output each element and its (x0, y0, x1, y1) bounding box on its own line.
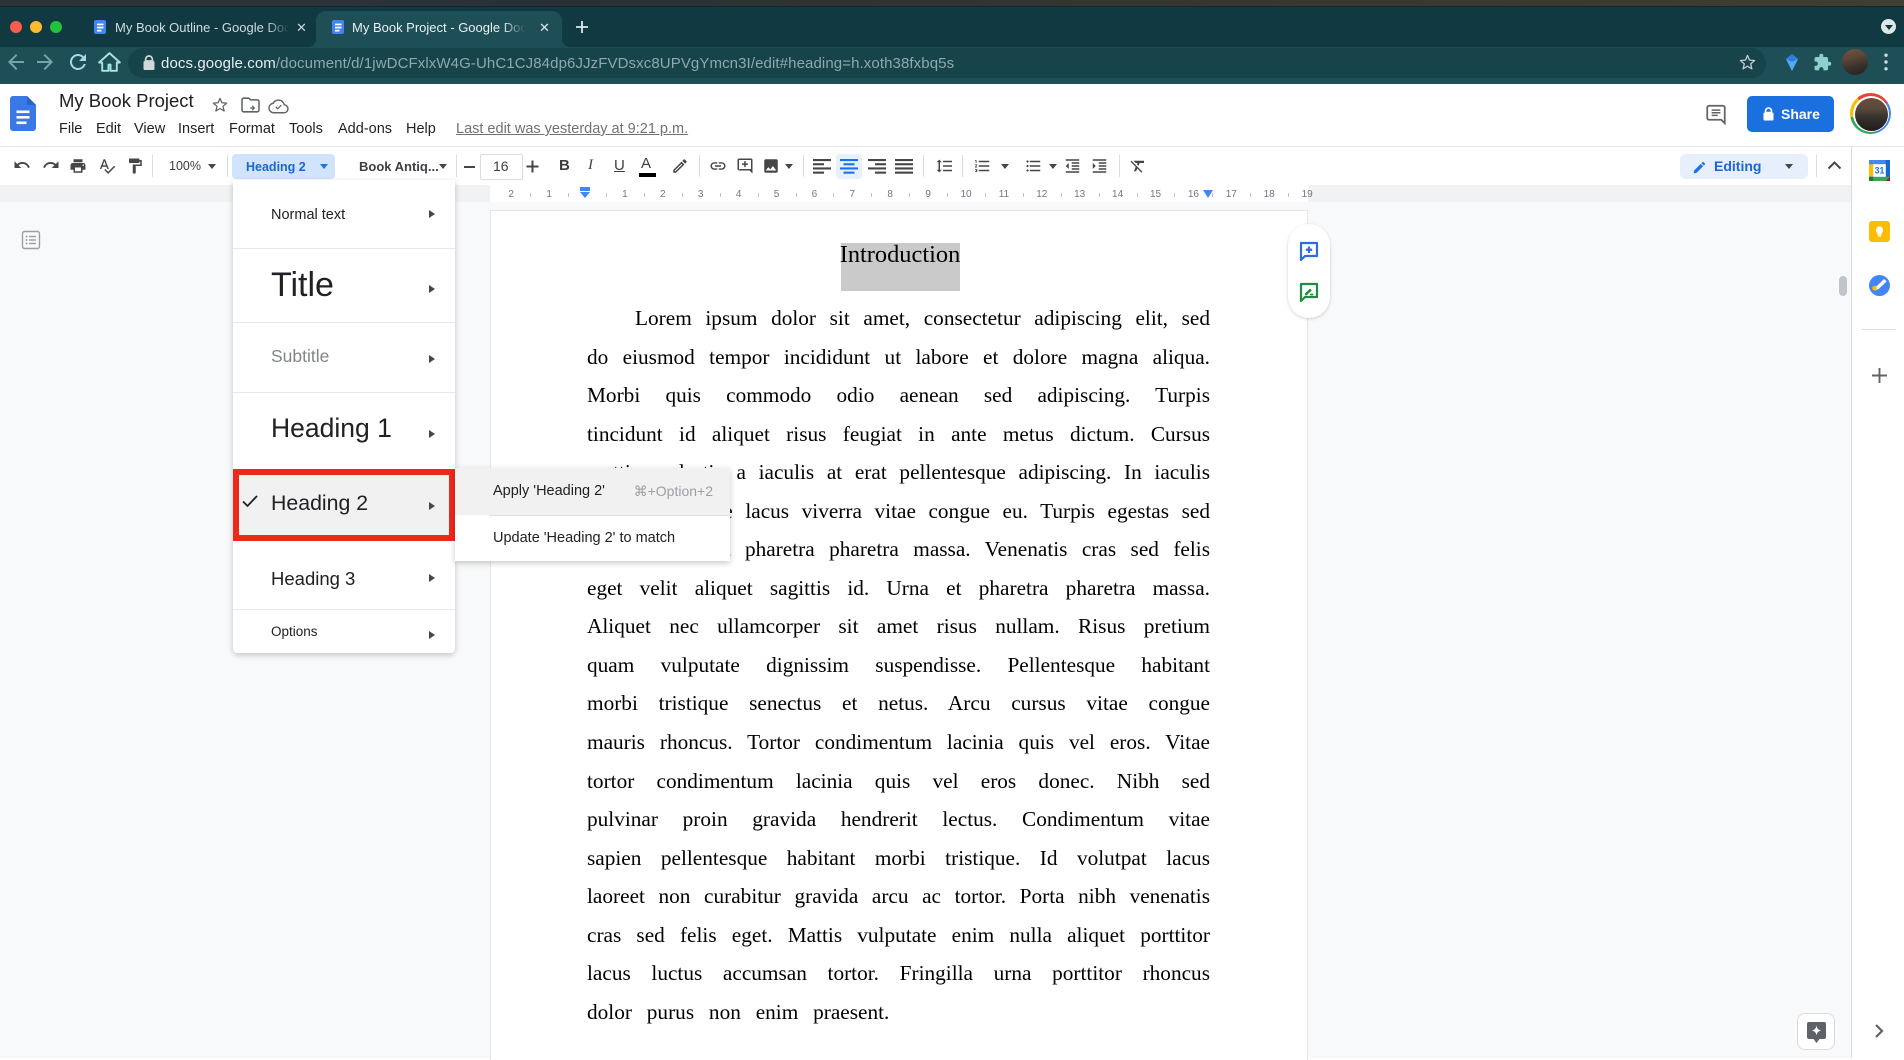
svg-text:31: 31 (1875, 166, 1885, 176)
